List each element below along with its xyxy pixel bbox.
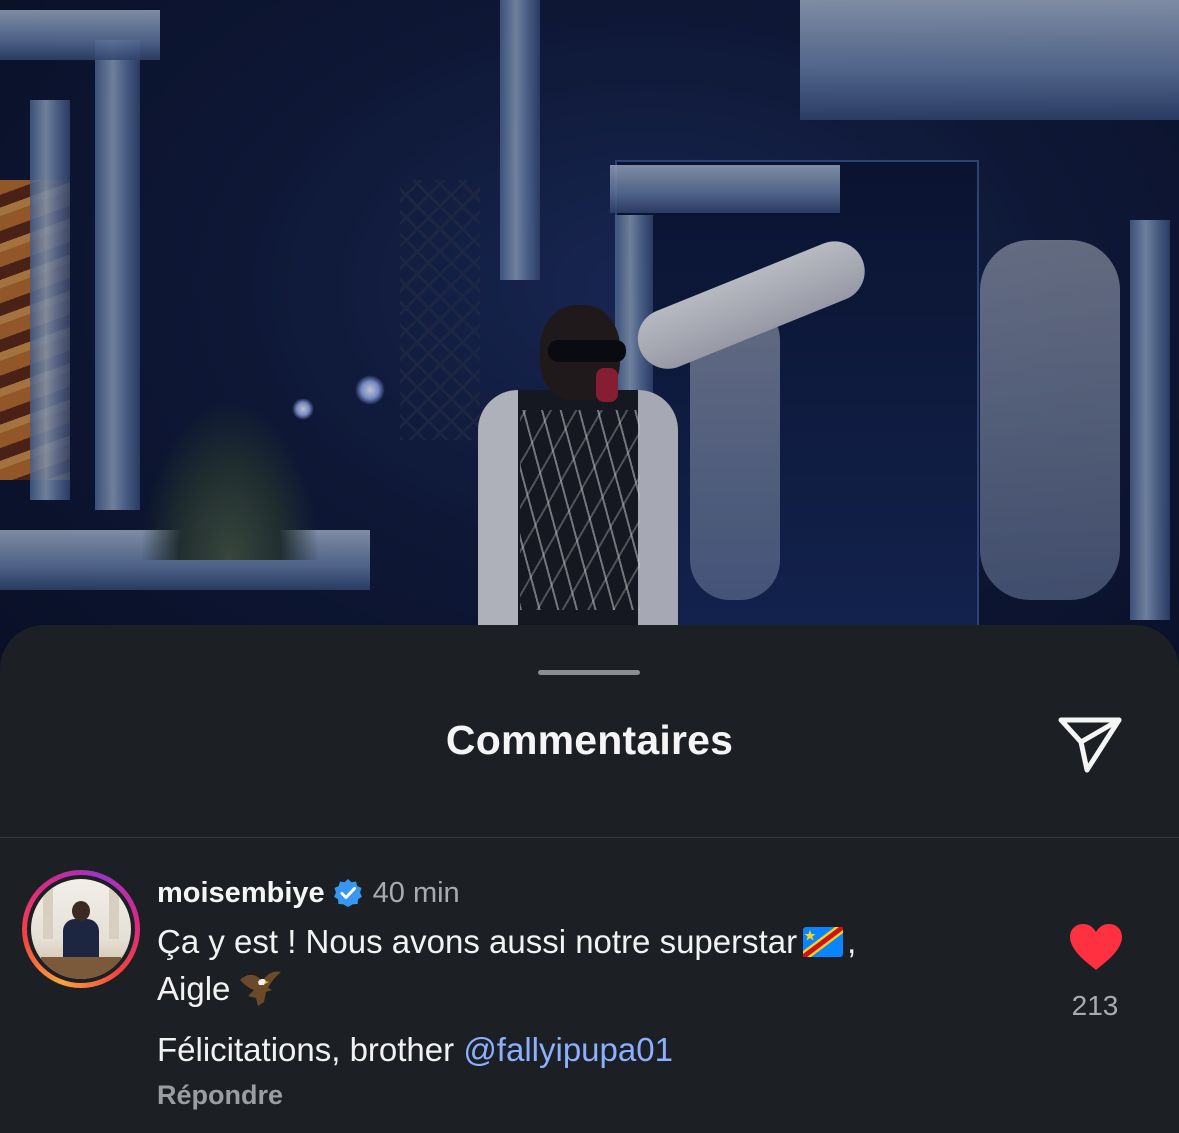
avatar-background-detail — [109, 887, 119, 939]
mention-link[interactable]: @fallyipupa01 — [463, 1031, 673, 1068]
comment-item: moisembiye 40 min Ça y est ! Nous avons … — [0, 870, 1179, 1120]
sheet-grabber[interactable] — [538, 670, 640, 675]
comment-text-part: Félicitations, brother — [157, 1031, 455, 1068]
comment-text-line2: Félicitations, brother @fallyipupa01 — [157, 1028, 1037, 1071]
comment-header: moisembiye 40 min — [157, 870, 1037, 916]
comment-text-part: Aigle — [157, 970, 231, 1007]
avatar-gap — [27, 875, 135, 983]
flag-dr-congo-icon — [803, 924, 844, 967]
header-divider — [0, 837, 1179, 838]
avatar-background-detail — [43, 887, 53, 939]
avatar-desk — [41, 957, 121, 979]
avatar — [31, 879, 131, 979]
verified-badge-icon — [333, 878, 363, 908]
comments-sheet: Commentaires moisembiye 40 min Ça y est … — [0, 625, 1179, 1133]
photo-overlay — [0, 0, 1179, 720]
sheet-title: Commentaires — [445, 717, 734, 763]
eagle-icon — [238, 968, 282, 1018]
avatar-person-head — [72, 901, 90, 921]
comment-text-part: , — [847, 923, 857, 960]
like-button[interactable] — [1068, 922, 1124, 972]
screen: Commentaires moisembiye 40 min Ça y est … — [0, 0, 1179, 1133]
like-count: 213 — [1071, 990, 1119, 1021]
comment-text-part: Ça y est ! Nous avons aussi notre supers… — [157, 923, 798, 960]
comment-body: moisembiye 40 min Ça y est ! Nous avons … — [157, 870, 1037, 1071]
comment-text: Ça y est ! Nous avons aussi notre supers… — [157, 920, 1037, 1018]
comment-username[interactable]: moisembiye — [157, 877, 325, 910]
avatar-story-ring[interactable] — [22, 870, 140, 988]
share-button[interactable] — [1050, 709, 1130, 779]
post-photo — [0, 0, 1179, 720]
comment-timestamp: 40 min — [372, 876, 460, 909]
reply-button[interactable]: Répondre — [157, 1080, 283, 1111]
heart-filled-icon — [1070, 924, 1122, 970]
paper-plane-icon — [1058, 717, 1122, 773]
